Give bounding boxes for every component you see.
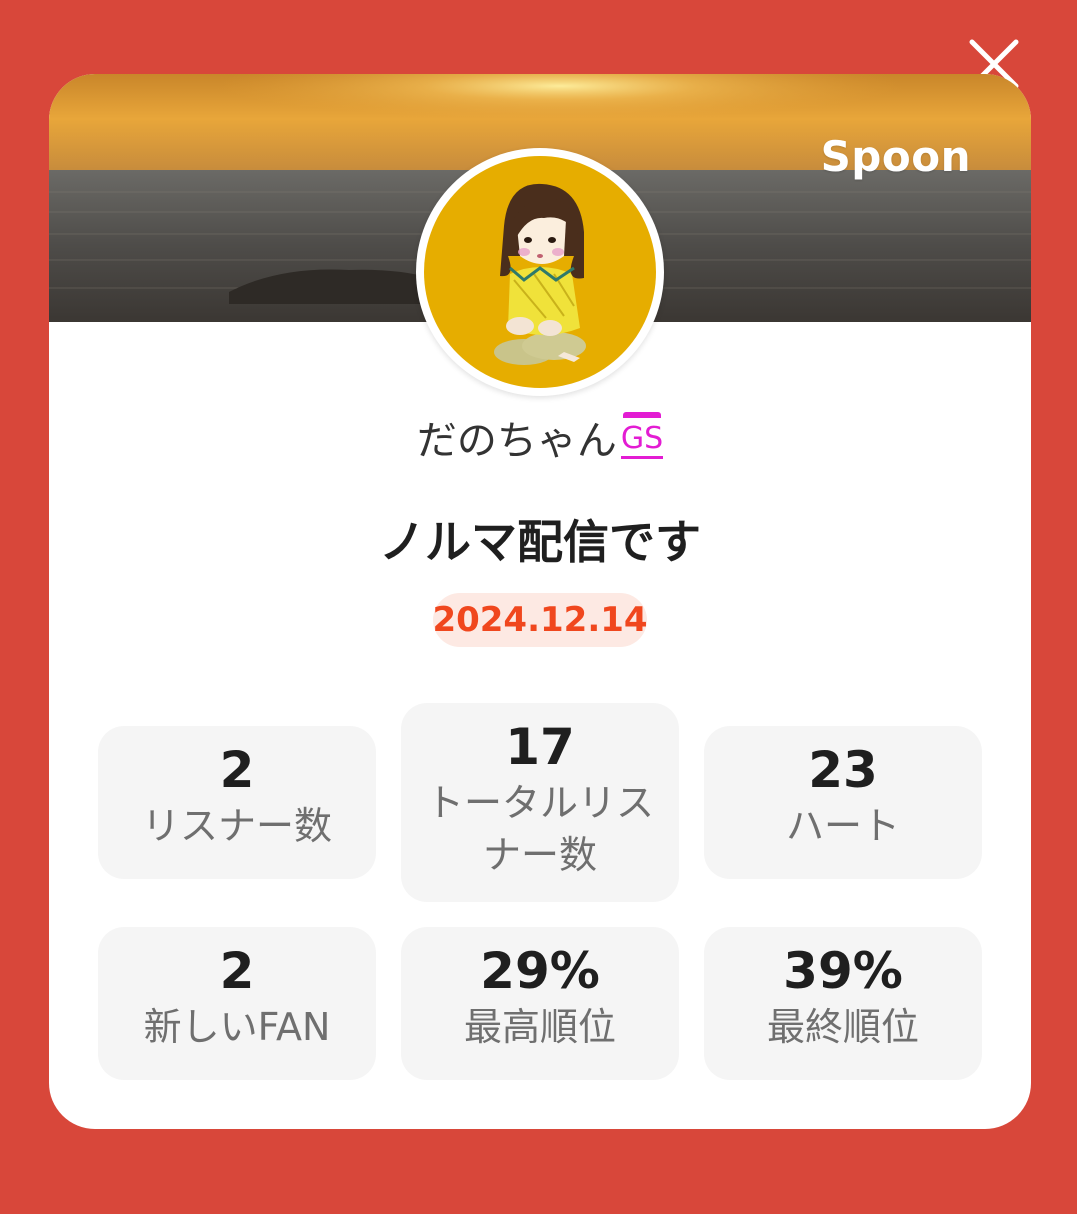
username: だのちゃん GS: [49, 408, 1031, 466]
stat-label: ハート: [785, 804, 900, 848]
stat-listeners: 2 リスナー数: [98, 726, 376, 879]
stat-label: 新しいFAN: [143, 1005, 331, 1049]
date-badge: 2024.12.14: [432, 593, 648, 647]
result-screen: Spoon だのちゃん GS ノルマ配信です 2024.12.14 2 リスナー…: [0, 0, 1077, 1214]
stat-label-line2: ナー数: [482, 833, 597, 877]
gs-badge: GS: [620, 411, 664, 459]
spoon-logo: Spoon: [820, 132, 971, 181]
stat-label-line1: トータルリス: [425, 781, 654, 825]
stat-total-listeners: 17 トータルリス ナー数: [401, 703, 679, 902]
stat-new-fans: 2 新しいFAN: [98, 927, 376, 1080]
stat-hearts: 23 ハート: [704, 726, 982, 879]
stat-best-rank: 29% 最高順位: [401, 927, 679, 1080]
stat-value: 23: [808, 741, 878, 799]
stat-label: リスナー数: [141, 804, 332, 848]
broadcast-result-card: Spoon だのちゃん GS ノルマ配信です 2024.12.14 2 リスナー…: [49, 74, 1031, 1129]
stat-final-rank: 39% 最終順位: [704, 927, 982, 1080]
stat-value: 2: [219, 741, 255, 799]
stat-value: 17: [505, 718, 575, 776]
avatar[interactable]: [416, 148, 664, 396]
stat-value: 39%: [783, 942, 903, 1000]
username-text: だのちゃん: [416, 418, 617, 464]
stat-value: 29%: [480, 942, 600, 1000]
avatar-illustration: [494, 183, 586, 365]
stat-value: 2: [219, 942, 255, 1000]
stat-label: 最終順位: [766, 1005, 919, 1049]
stat-label: 最高順位: [463, 1005, 616, 1049]
broadcast-title: ノルマ配信です: [379, 515, 701, 569]
